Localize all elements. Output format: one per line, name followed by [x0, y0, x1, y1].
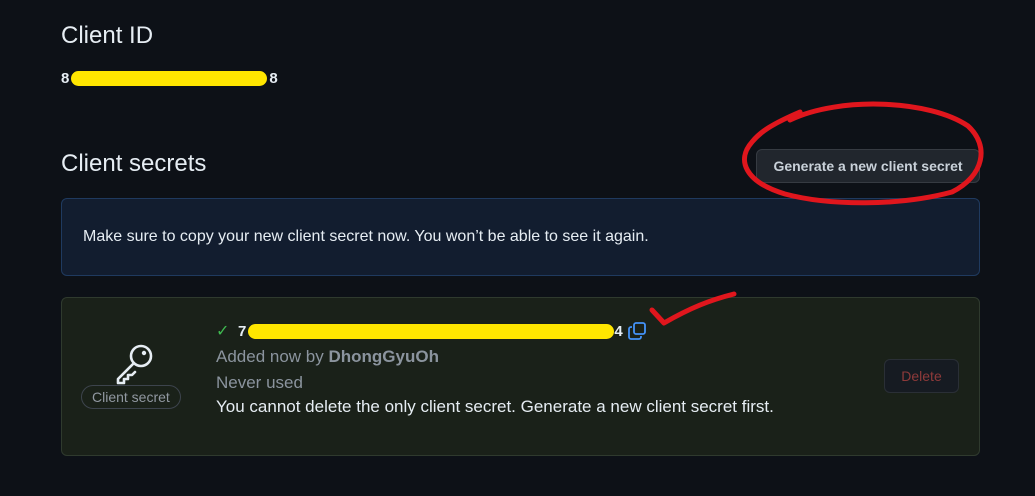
secret-value-end: 4 — [614, 322, 623, 340]
key-icon — [116, 344, 153, 385]
copy-icon[interactable] — [627, 321, 647, 341]
redaction-marker — [248, 323, 615, 339]
secret-details: ✓ 7 4 Added now by DhongGyuOh Never used… — [216, 320, 774, 418]
added-by-user[interactable]: DhongGyuOh — [328, 347, 438, 366]
client-id-heading: Client ID — [61, 22, 154, 49]
redaction-marker — [71, 70, 268, 86]
flash-text: Make sure to copy your new client secret… — [83, 228, 649, 245]
secret-usage: Never used — [216, 373, 303, 392]
client-id-value: 8 8 — [61, 68, 278, 88]
client-secrets-heading: Client secrets — [61, 150, 207, 177]
delete-warning: You cannot delete the only client secret… — [216, 397, 774, 416]
delete-secret-button[interactable]: Delete — [884, 359, 959, 393]
client-id-start: 8 — [61, 69, 70, 87]
flash-message: Make sure to copy your new client secret… — [61, 198, 980, 276]
check-icon: ✓ — [216, 323, 230, 340]
generate-secret-button[interactable]: Generate a new client secret — [756, 149, 980, 183]
secret-value-start: 7 — [238, 322, 247, 340]
client-secret-badge: Client secret — [81, 385, 181, 409]
oauth-app-settings: Client ID 8 8 Client secrets Generate a … — [0, 0, 1035, 496]
client-secret-item: Client secret ✓ 7 4 Added now by DhongGy… — [61, 297, 980, 456]
client-id-end: 8 — [269, 69, 278, 87]
secret-added-info: Added now by DhongGyuOh — [216, 346, 774, 368]
secret-value-row: ✓ 7 4 — [216, 320, 774, 342]
added-prefix: Added now by — [216, 347, 324, 366]
